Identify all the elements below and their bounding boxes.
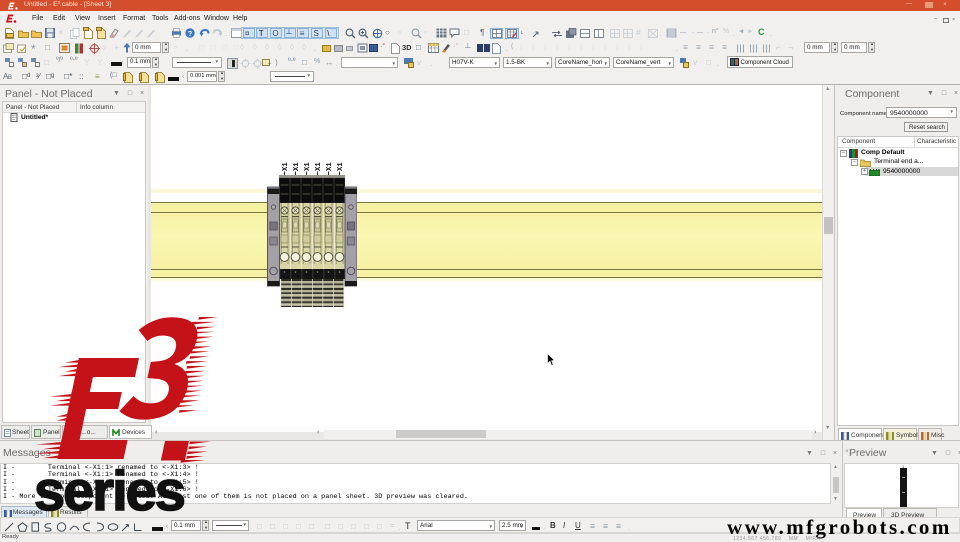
svg-text:?: ? xyxy=(188,29,193,38)
svg-text:X1: X1 xyxy=(304,162,312,171)
svg-text:X1: X1 xyxy=(326,162,334,171)
svg-text:X1: X1 xyxy=(337,162,345,171)
svg-text:X1: X1 xyxy=(293,162,301,171)
svg-text:series: series xyxy=(34,459,184,522)
svg-text:X1: X1 xyxy=(315,162,323,171)
svg-text:X1: X1 xyxy=(282,162,290,171)
